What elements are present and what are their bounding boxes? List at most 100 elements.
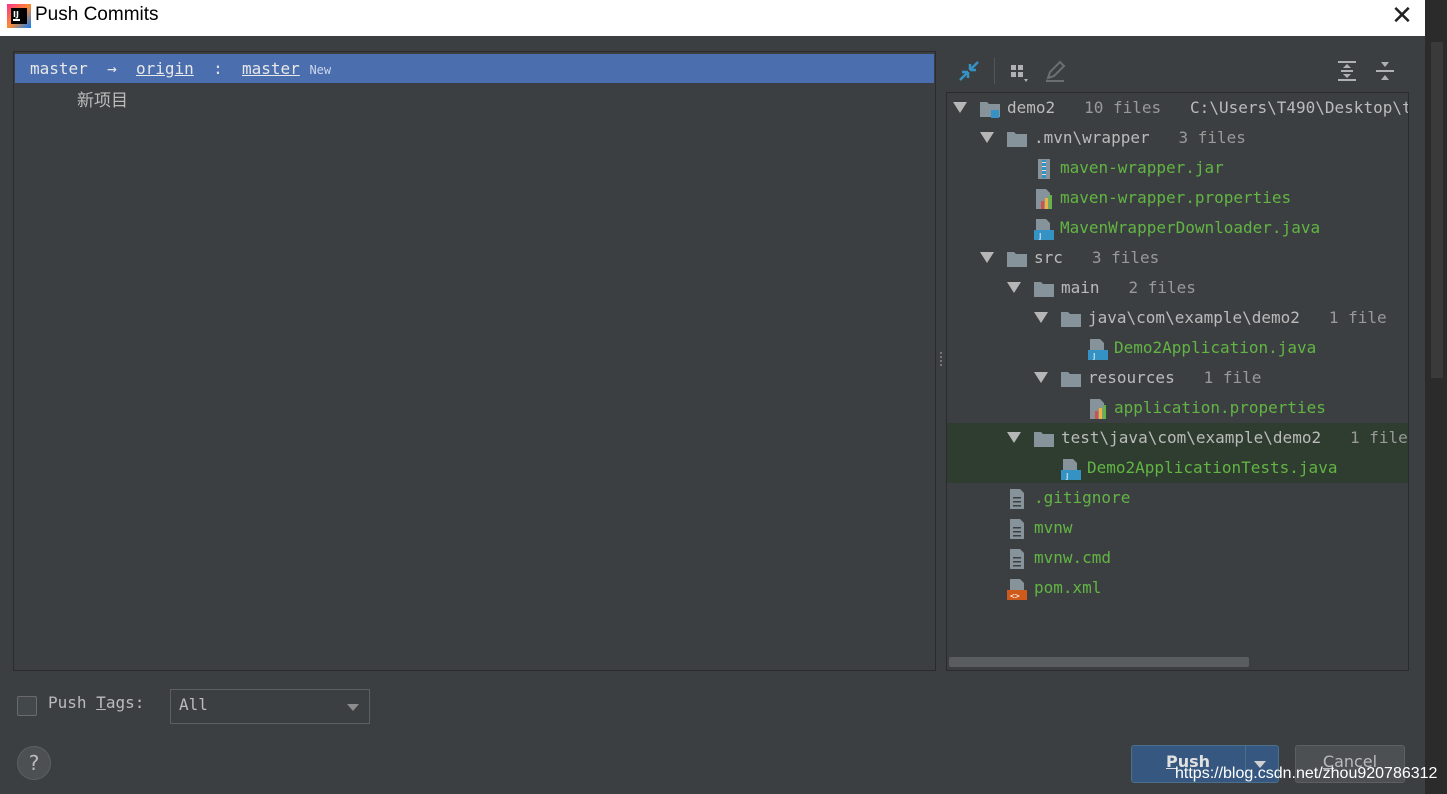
changes-toolbar [950,54,1410,86]
toolbar-separator [994,58,995,84]
expand-arrow-icon[interactable] [1034,312,1048,323]
module-path: C:\Users\T490\Desktop\t [1190,98,1409,117]
jar-file-icon [1038,159,1050,179]
horizontal-scrollbar[interactable] [949,657,1249,667]
changed-files-tree[interactable]: demo2 10 files C:\Users\T490\Desktop\t .… [946,92,1409,671]
folder-icon [1007,252,1027,267]
watermark-text: https://blog.csdn.net/zhou920786312 [1175,765,1438,782]
push-tags-select[interactable]: All [170,689,370,724]
text-file-icon [1010,489,1024,509]
tree-node-label: src [1034,248,1063,267]
tree-node-label: pom.xml [1034,578,1102,597]
tree-node-label: main [1061,278,1100,297]
branch-row[interactable]: master → origin : master New [15,54,934,83]
expand-all-icon[interactable] [1334,58,1360,84]
tree-row-file[interactable]: mvnw.cmd [947,543,1408,573]
show-diff-icon[interactable] [956,58,982,84]
svg-text:J: J [1092,352,1095,360]
tree-node-label: java\com\example\demo2 [1088,308,1300,327]
tree-row-file[interactable]: mvnw [947,513,1408,543]
properties-file-icon [1036,189,1052,209]
tree-node-label: .gitignore [1034,488,1131,507]
expand-arrow-icon[interactable] [1007,432,1021,443]
commit-item[interactable]: 新项目 [77,86,128,111]
branch-separator: : [213,59,223,78]
tree-node-label: MavenWrapperDownloader.java [1060,218,1321,237]
svg-text:<>: <> [1010,592,1020,601]
edit-source-icon[interactable] [1042,58,1068,84]
tree-row-file[interactable]: maven-wrapper.properties [947,183,1408,213]
expand-arrow-icon[interactable] [953,102,967,113]
java-file-icon: J [1088,339,1108,360]
commits-panel[interactable]: master → origin : master New 新项目 [13,51,936,671]
tree-row-file[interactable]: .gitignore [947,483,1408,513]
file-count: 1 file [1203,368,1262,387]
tree-node-label: resources [1088,368,1175,387]
push-tags-label[interactable]: Push Tags: [48,693,144,712]
text-file-icon [1010,549,1024,569]
xml-file-icon: <> [1007,579,1027,601]
tree-row-folder[interactable]: src 3 files [947,243,1408,273]
tree-node-label: Demo2ApplicationTests.java [1087,458,1338,477]
folder-icon [1007,132,1027,147]
text-file-icon [1010,519,1024,539]
tree-row-file[interactable]: application.properties [947,393,1408,423]
new-branch-badge: New [309,63,332,77]
tree-node-label: mvnw [1034,518,1073,537]
file-count: 1 file [1328,308,1387,327]
folder-icon [1061,372,1081,387]
module-folder-icon [980,102,1000,118]
remote-branch-link[interactable]: master [242,59,300,78]
tree-node-label: .mvn\wrapper [1034,128,1150,147]
svg-text:J: J [1038,232,1041,240]
file-count: 3 files [1091,248,1160,267]
panel-splitter[interactable] [938,350,944,374]
properties-file-icon [1090,399,1106,419]
tree-row-file[interactable]: J Demo2ApplicationTests.java [947,453,1408,483]
tree-row-file[interactable]: J Demo2Application.java [947,333,1408,363]
tree-row-file[interactable]: J MavenWrapperDownloader.java [947,213,1408,243]
intellij-app-icon: IJ [7,4,31,28]
select-value: All [179,695,208,714]
java-file-icon: J [1061,459,1081,480]
tree-row-file[interactable]: <> pom.xml [947,573,1408,603]
file-count: 1 file [1350,428,1408,447]
tree-row-folder[interactable]: .mvn\wrapper 3 files [947,123,1408,153]
tree-node-label: application.properties [1114,398,1326,417]
expand-arrow-icon[interactable] [1034,372,1048,383]
tree-row-folder[interactable]: main 2 files [947,273,1408,303]
title-bar: IJ Push Commits ✕ [0,0,1425,36]
close-icon[interactable]: ✕ [1389,2,1415,30]
tree-node-label: maven-wrapper.properties [1060,188,1292,207]
remote-name-link[interactable]: origin [136,59,194,78]
tree-row-file[interactable]: maven-wrapper.jar [947,153,1408,183]
window-title: Push Commits [35,4,159,25]
file-count: 10 files [1084,98,1162,117]
tree-node-label: Demo2Application.java [1114,338,1317,357]
group-by-icon[interactable] [1006,58,1032,84]
tree-row-folder[interactable]: resources 1 file [947,363,1408,393]
chevron-down-icon [347,704,359,711]
tree-node-label: mvnw.cmd [1034,548,1112,567]
expand-arrow-icon[interactable] [980,252,994,263]
background-scrollbar [1431,42,1443,378]
collapse-all-icon[interactable] [1372,58,1398,84]
expand-arrow-icon[interactable] [980,132,994,143]
local-branch: master [30,59,88,78]
svg-text:IJ: IJ [13,10,19,19]
tree-node-label: maven-wrapper.jar [1060,158,1224,177]
file-count: 2 files [1128,278,1196,297]
tree-row-folder[interactable]: test\java\com\example\demo2 1 file [947,423,1408,453]
svg-text:J: J [1065,472,1068,480]
folder-icon [1034,432,1054,447]
tree-row-root[interactable]: demo2 10 files C:\Users\T490\Desktop\t [947,93,1408,123]
folder-icon [1034,282,1054,297]
tree-node-label: demo2 [1007,98,1056,117]
file-count: 3 files [1178,128,1246,147]
tree-row-folder[interactable]: java\com\example\demo2 1 file [947,303,1408,333]
push-tags-checkbox[interactable] [17,696,37,716]
push-arrow: → [107,59,117,78]
help-button[interactable]: ? [17,746,51,780]
expand-arrow-icon[interactable] [1007,282,1021,293]
folder-icon [1061,312,1081,327]
